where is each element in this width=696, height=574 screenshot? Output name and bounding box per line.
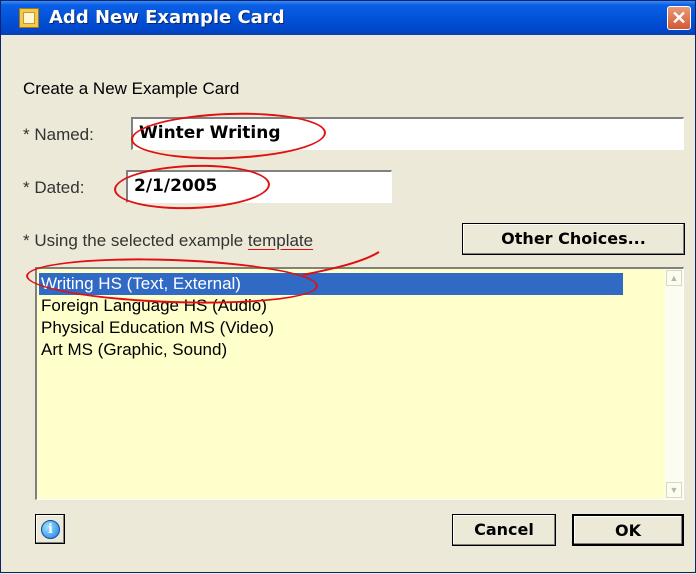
add-example-card-dialog: Add New Example Card ✕ Create a New Exam… — [0, 0, 696, 573]
annotation-connector-line — [302, 251, 380, 276]
